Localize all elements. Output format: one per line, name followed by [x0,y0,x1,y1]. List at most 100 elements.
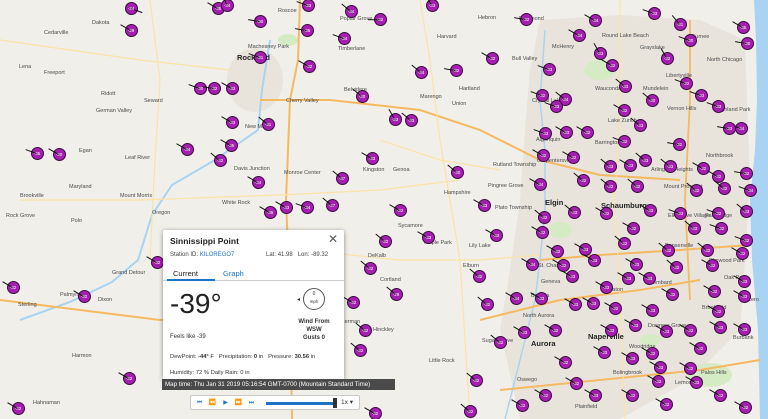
station-marker[interactable]: -32 [685,181,703,197]
station-marker[interactable]: -32 [459,402,477,418]
station-marker[interactable]: -32 [117,371,136,385]
station-marker[interactable]: -32 [654,397,673,411]
station-marker[interactable]: -32 [545,244,564,258]
station-marker[interactable]: -34 [410,63,428,79]
station-marker[interactable]: -35 [25,146,44,160]
station-marker[interactable]: -33 [706,99,725,113]
station-marker[interactable]: -34 [220,0,234,12]
station-marker[interactable]: -33 [634,151,652,167]
station-marker[interactable]: -32 [575,125,594,139]
station-marker[interactable]: -32 [367,12,387,26]
station-marker[interactable]: -32 [553,355,572,369]
station-marker[interactable]: -30 [734,36,754,50]
station-marker[interactable]: -32 [533,388,552,402]
station-marker[interactable]: -32 [551,258,570,272]
station-marker[interactable]: -32 [734,233,753,247]
station-marker[interactable]: -30 [247,14,267,28]
station-marker[interactable]: -30 [641,91,659,107]
station-marker[interactable]: -32 [513,12,533,26]
station-marker[interactable]: -33 [512,325,531,339]
station-marker[interactable]: -33 [554,125,573,139]
station-marker[interactable]: -32 [572,171,590,187]
station-marker[interactable]: -31 [671,14,687,31]
station-marker[interactable]: -32 [6,401,25,415]
station-marker[interactable]: -32 [708,388,727,402]
step-forward-icon[interactable]: ⏩ [233,398,244,408]
station-marker[interactable]: -32 [646,374,665,388]
station-marker[interactable]: -32 [599,177,617,193]
station-marker[interactable]: -33 [659,157,677,173]
station-marker[interactable]: -32 [709,221,728,235]
station-marker[interactable]: -33 [581,296,600,310]
station-marker[interactable]: -33 [732,274,751,288]
station-marker[interactable]: -32 [530,88,549,102]
station-marker[interactable]: -32 [145,255,164,269]
station-marker[interactable]: -33 [387,108,402,126]
station-marker[interactable]: -32 [561,150,580,164]
station-marker[interactable]: -32 [603,301,622,315]
station-marker[interactable]: -37 [331,169,349,185]
station-marker[interactable]: -32 [594,206,613,220]
station-marker[interactable]: -32 [660,287,679,301]
station-marker[interactable]: -32 [674,76,693,90]
station-marker[interactable]: -32 [341,295,360,309]
station-marker[interactable]: -32 [374,232,392,248]
station-marker[interactable]: -32 [666,137,686,151]
station-marker[interactable]: -34 [295,200,314,214]
station-marker[interactable]: -32 [510,398,529,412]
station-marker[interactable]: -32 [465,371,483,387]
station-marker[interactable]: -34 [520,257,539,271]
station-marker[interactable]: -32 [706,206,725,220]
station-marker[interactable]: -32 [612,134,631,148]
weather-map[interactable]: Dakota Cedarville Freeport Lena German Valle… [0,0,768,419]
station-marker[interactable]: -33 [618,158,637,172]
station-marker[interactable]: -33 [544,99,563,113]
station-marker[interactable]: -31 [248,50,267,64]
station-marker[interactable]: -32 [388,203,407,217]
station-marker[interactable]: -30 [678,33,697,47]
tab-current[interactable]: Current [173,269,198,278]
station-id-link[interactable]: KILOREGO7 [200,252,235,258]
station-marker[interactable]: -32 [702,284,721,298]
station-marker[interactable]: -33 [220,81,239,95]
station-marker[interactable]: -33 [583,388,602,402]
station-marker[interactable]: -30 [351,87,369,103]
step-back-icon[interactable]: ⏪ [207,398,218,408]
station-marker[interactable]: -32 [530,225,549,239]
station-marker[interactable]: -33 [689,88,708,102]
station-marker[interactable]: -32 [657,241,675,257]
time-slider-handle[interactable] [333,398,337,408]
station-marker[interactable]: -33 [616,271,635,285]
station-marker[interactable]: -33 [683,219,701,235]
station-marker[interactable]: -33 [529,291,548,305]
station-marker[interactable]: -33 [416,230,435,244]
station-marker[interactable]: -30 [446,163,464,179]
station-marker[interactable]: -33 [424,0,439,12]
station-marker[interactable]: -33 [472,198,491,212]
station-marker[interactable]: -34 [504,291,523,305]
station-marker[interactable]: -33 [732,289,751,303]
station-marker[interactable]: -29 [385,285,403,301]
station-marker[interactable]: -33 [296,0,315,12]
skip-end-icon[interactable]: ⏭ [246,398,257,408]
station-marker[interactable]: -33 [560,269,579,283]
station-marker[interactable]: -36 [258,205,277,219]
station-marker[interactable]: -33 [533,126,552,140]
station-marker[interactable]: -34 [124,1,142,15]
station-marker[interactable]: -32 [713,179,731,195]
station-marker[interactable]: -32 [730,246,749,260]
station-marker[interactable]: -32 [659,47,674,65]
station-marker[interactable]: -34 [528,177,547,191]
station-marker[interactable]: -34 [175,142,194,156]
station-marker[interactable]: -32 [640,346,659,360]
station-marker[interactable]: -32 [620,388,639,402]
station-marker[interactable]: -33 [620,351,639,365]
station-marker[interactable]: -32 [201,81,221,95]
station-marker[interactable]: -32 [626,177,644,193]
station-marker[interactable]: -32 [349,341,367,357]
station-marker[interactable]: -33 [684,375,703,389]
station-marker[interactable]: -34 [340,2,358,18]
station-marker[interactable]: -33 [648,360,667,374]
station-marker[interactable]: -32 [678,323,697,337]
station-marker[interactable]: -32 [359,259,377,275]
